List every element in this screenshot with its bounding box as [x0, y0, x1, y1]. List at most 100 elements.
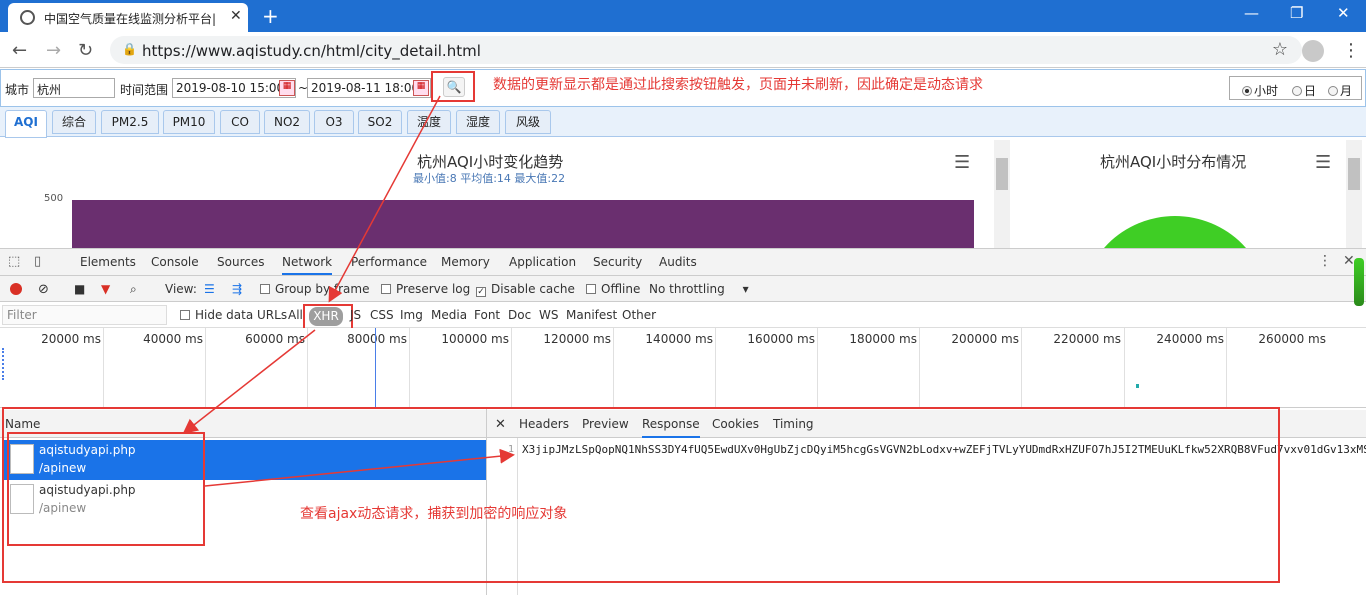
- scrollbar[interactable]: [994, 140, 1010, 248]
- globe-icon: [20, 10, 35, 25]
- close-tab-icon[interactable]: ✕: [230, 8, 242, 24]
- offline-checkbox[interactable]: Offline: [586, 282, 640, 296]
- timeline-tick: 160000 ms: [747, 332, 815, 346]
- tab-title: 中国空气质量在线监测分析平台|: [44, 12, 217, 26]
- type-ws[interactable]: WS: [539, 308, 558, 322]
- bookmark-star-icon[interactable]: ☆: [1272, 39, 1288, 60]
- tab-console[interactable]: Console: [151, 255, 199, 269]
- y-tick-label: 500: [44, 193, 64, 204]
- minimize-icon[interactable]: —: [1244, 4, 1259, 22]
- tab-o3[interactable]: O3: [314, 110, 354, 134]
- close-window-icon[interactable]: ✕: [1337, 4, 1350, 22]
- search-button-highlight[interactable]: 🔍: [431, 71, 475, 102]
- tab-application[interactable]: Application: [509, 255, 576, 269]
- throttling-select[interactable]: No throttling ▾: [649, 282, 749, 296]
- dist-chart-title: 杭州AQI小时分布情况: [1100, 153, 1247, 171]
- type-font[interactable]: Font: [474, 308, 500, 322]
- tab-pm10[interactable]: PM10: [163, 110, 215, 134]
- filter-input[interactable]: Filter: [2, 305, 167, 325]
- tab-sources[interactable]: Sources: [217, 255, 264, 269]
- type-manifest[interactable]: Manifest: [566, 308, 617, 322]
- new-tab-button[interactable]: +: [262, 4, 279, 28]
- tab-temperature[interactable]: 温度: [407, 110, 451, 134]
- screenshot-icon[interactable]: ■: [74, 282, 85, 296]
- record-icon[interactable]: [10, 283, 22, 295]
- search-icon[interactable]: 🔍: [443, 77, 465, 97]
- device-toolbar-icon[interactable]: ▯: [34, 254, 41, 269]
- granularity-radio-group: 小时 日 月: [1229, 76, 1362, 100]
- preserve-log-checkbox[interactable]: Preserve log: [381, 282, 470, 296]
- timeline-tick: 60000 ms: [245, 332, 305, 346]
- calendar-icon[interactable]: ▦: [279, 80, 295, 96]
- avatar[interactable]: [1302, 40, 1324, 62]
- scrollbar[interactable]: [1346, 140, 1362, 248]
- query-bar: 城市 杭州 时间范围 2019-08-10 15:00 ▦ ~ 2019-08-…: [0, 69, 1366, 107]
- type-other[interactable]: Other: [622, 308, 656, 322]
- tab-performance[interactable]: Performance: [351, 255, 427, 269]
- type-css[interactable]: CSS: [370, 308, 394, 322]
- radio-month[interactable]: 月: [1328, 82, 1352, 99]
- type-all[interactable]: All: [288, 308, 303, 322]
- radio-day[interactable]: 日: [1292, 82, 1316, 99]
- lock-icon: 🔒: [122, 42, 137, 56]
- tab-audits[interactable]: Audits: [659, 255, 697, 269]
- timeline-tick: 200000 ms: [951, 332, 1019, 346]
- tab-pm25[interactable]: PM2.5: [101, 110, 159, 134]
- back-icon[interactable]: ←: [12, 40, 27, 61]
- inspect-icon[interactable]: ⬚: [8, 254, 20, 269]
- tab-no2[interactable]: NO2: [264, 110, 310, 134]
- city-input[interactable]: 杭州: [33, 78, 115, 98]
- address-toolbar: ← → ↻ 🔒 https://www.aqistudy.cn/html/cit…: [0, 32, 1366, 68]
- tab-wind[interactable]: 风级: [505, 110, 551, 134]
- annotation-note: 数据的更新显示都是通过此搜索按钮触发，页面并未刷新，因此确定是动态请求: [493, 77, 983, 93]
- restore-icon[interactable]: ❐: [1290, 4, 1303, 22]
- browser-menu-icon[interactable]: ⋮: [1342, 40, 1360, 61]
- type-xhr[interactable]: XHR: [309, 307, 343, 326]
- network-timeline[interactable]: 20000 ms 40000 ms 60000 ms 80000 ms 1000…: [0, 328, 1366, 408]
- reload-icon[interactable]: ↻: [78, 40, 93, 61]
- chevron-down-icon: ▾: [742, 282, 749, 296]
- timeline-tick: 80000 ms: [347, 332, 407, 346]
- forward-icon[interactable]: →: [46, 40, 61, 61]
- tab-elements[interactable]: Elements: [80, 255, 136, 269]
- hide-data-urls-checkbox[interactable]: Hide data URLs: [180, 308, 287, 322]
- search-icon[interactable]: ⌕: [130, 282, 137, 297]
- chart-menu-icon[interactable]: ☰: [1315, 152, 1331, 173]
- tab-memory[interactable]: Memory: [441, 255, 490, 269]
- type-js[interactable]: JS: [350, 308, 361, 322]
- close-devtools-icon[interactable]: ✕: [1343, 253, 1355, 269]
- chart-menu-icon[interactable]: ☰: [954, 152, 970, 173]
- tab-so2[interactable]: SO2: [358, 110, 402, 134]
- browser-tab[interactable]: 中国空气质量在线监测分析平台| ✕: [8, 3, 248, 32]
- timeline-tick: 140000 ms: [645, 332, 713, 346]
- waterfall-icon[interactable]: ⇶: [232, 282, 242, 296]
- filter-icon[interactable]: ▼: [101, 282, 110, 296]
- tab-co[interactable]: CO: [220, 110, 260, 134]
- devtools-menu-icon[interactable]: ⋮: [1318, 253, 1332, 269]
- radio-hour[interactable]: 小时: [1242, 82, 1278, 99]
- disable-cache-checkbox[interactable]: ✓ Disable cache: [476, 282, 575, 297]
- calendar-icon[interactable]: ▦: [413, 80, 429, 96]
- tab-humidity[interactable]: 湿度: [456, 110, 500, 134]
- timeline-tick: 100000 ms: [441, 332, 509, 346]
- browser-titlebar: 中国空气质量在线监测分析平台| ✕ + — ❐ ✕: [0, 0, 1366, 32]
- large-rows-icon[interactable]: ☰: [204, 282, 215, 296]
- url-bar[interactable]: 🔒 https://www.aqistudy.cn/html/city_deta…: [110, 36, 1302, 64]
- group-by-frame-checkbox[interactable]: Group by frame: [260, 282, 369, 296]
- url-text: https://www.aqistudy.cn/html/city_detail…: [142, 42, 481, 60]
- tab-aqi[interactable]: AQI: [5, 110, 47, 138]
- type-media[interactable]: Media: [431, 308, 467, 322]
- start-time-input[interactable]: 2019-08-10 15:00: [172, 78, 296, 98]
- tab-network[interactable]: Network: [282, 255, 333, 275]
- tab-overall[interactable]: 综合: [52, 110, 96, 134]
- tab-security[interactable]: Security: [593, 255, 642, 269]
- type-img[interactable]: Img: [400, 308, 423, 322]
- timeline-tick: 180000 ms: [849, 332, 917, 346]
- type-doc[interactable]: Doc: [508, 308, 531, 322]
- timeline-tick: 240000 ms: [1156, 332, 1224, 346]
- view-label: View:: [165, 282, 197, 296]
- filter-row: Filter Hide data URLs All XHR JS CSS Img…: [0, 302, 1366, 332]
- timeline-marker: [375, 328, 376, 408]
- clear-icon[interactable]: ⊘: [38, 282, 49, 297]
- timeline-tick: 40000 ms: [143, 332, 203, 346]
